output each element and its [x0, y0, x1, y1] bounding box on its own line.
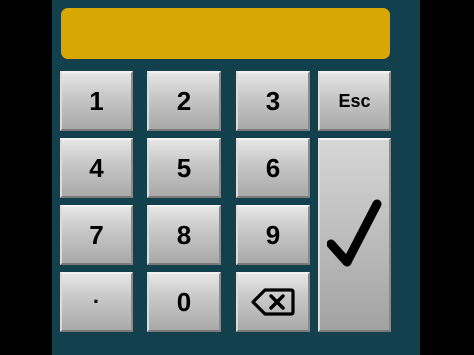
- keypad-display: [61, 8, 390, 59]
- key-3[interactable]: 3: [236, 71, 310, 131]
- key-4-label: 4: [89, 152, 104, 183]
- key-6[interactable]: 6: [236, 138, 310, 198]
- key-7[interactable]: 7: [60, 205, 133, 265]
- decimal-point-label: ·: [92, 289, 101, 314]
- checkmark-icon: [326, 196, 383, 274]
- key-3-label: 3: [265, 85, 281, 116]
- backspace-icon: [251, 287, 295, 317]
- key-9-label: 9: [265, 219, 281, 250]
- key-1[interactable]: 1: [60, 71, 133, 131]
- key-5[interactable]: 5: [147, 138, 221, 198]
- key-7-label: 7: [89, 219, 104, 250]
- key-0[interactable]: 0: [147, 272, 221, 332]
- keypad-panel: 1 2 3 Esc 4 5 6 7 8 9 · 0: [52, 0, 420, 355]
- key-9[interactable]: 9: [236, 205, 310, 265]
- escape-label: Esc: [338, 90, 371, 111]
- key-2-label: 2: [176, 85, 192, 116]
- key-5-label: 5: [176, 152, 192, 183]
- key-2[interactable]: 2: [147, 71, 221, 131]
- key-8-label: 8: [176, 219, 192, 250]
- confirm-button[interactable]: [318, 138, 391, 332]
- key-1-label: 1: [89, 85, 104, 116]
- key-0-label: 0: [176, 286, 192, 317]
- escape-button[interactable]: Esc: [318, 71, 391, 131]
- screen: 1 2 3 Esc 4 5 6 7 8 9 · 0: [0, 0, 474, 355]
- key-8[interactable]: 8: [147, 205, 221, 265]
- key-6-label: 6: [265, 152, 281, 183]
- backspace-button[interactable]: [236, 272, 310, 332]
- key-4[interactable]: 4: [60, 138, 133, 198]
- decimal-point-button[interactable]: ·: [60, 272, 133, 332]
